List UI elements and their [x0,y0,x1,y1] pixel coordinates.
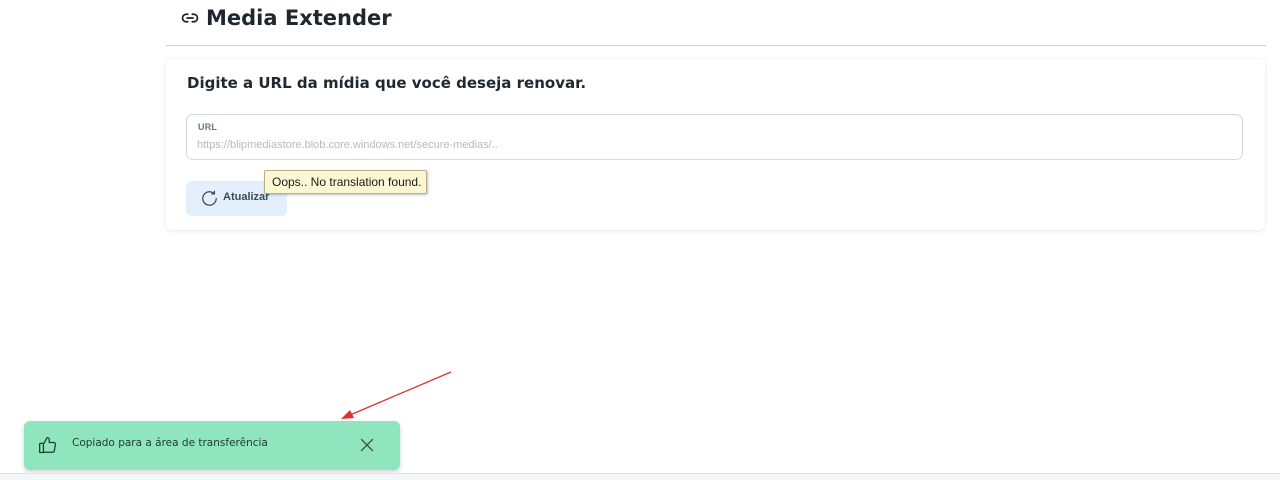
refresh-button-label: Atualizar [223,191,270,203]
success-toast: Copiado para a área de transferência [24,421,400,470]
annotation-arrow [341,371,452,419]
refresh-icon [202,190,217,206]
close-icon[interactable] [359,437,375,453]
card-title: Digite a URL da mídia que você deseja re… [187,74,587,92]
url-field-label: URL [198,122,218,132]
page: Media Extender Digite a URL da mídia que… [0,0,1280,480]
page-title: Media Extender [206,6,392,30]
url-input[interactable] [197,137,1227,153]
translation-tooltip: Oops.. No translation found. [264,170,427,194]
url-field[interactable]: URL [186,114,1243,160]
link-icon [181,13,199,23]
page-header: Media Extender [166,0,1266,46]
toast-message: Copiado para a área de transferência [72,437,268,449]
url-card: Digite a URL da mídia que você deseja re… [166,59,1265,230]
thumbs-up-icon [39,436,57,454]
bottom-bar [0,473,1280,480]
